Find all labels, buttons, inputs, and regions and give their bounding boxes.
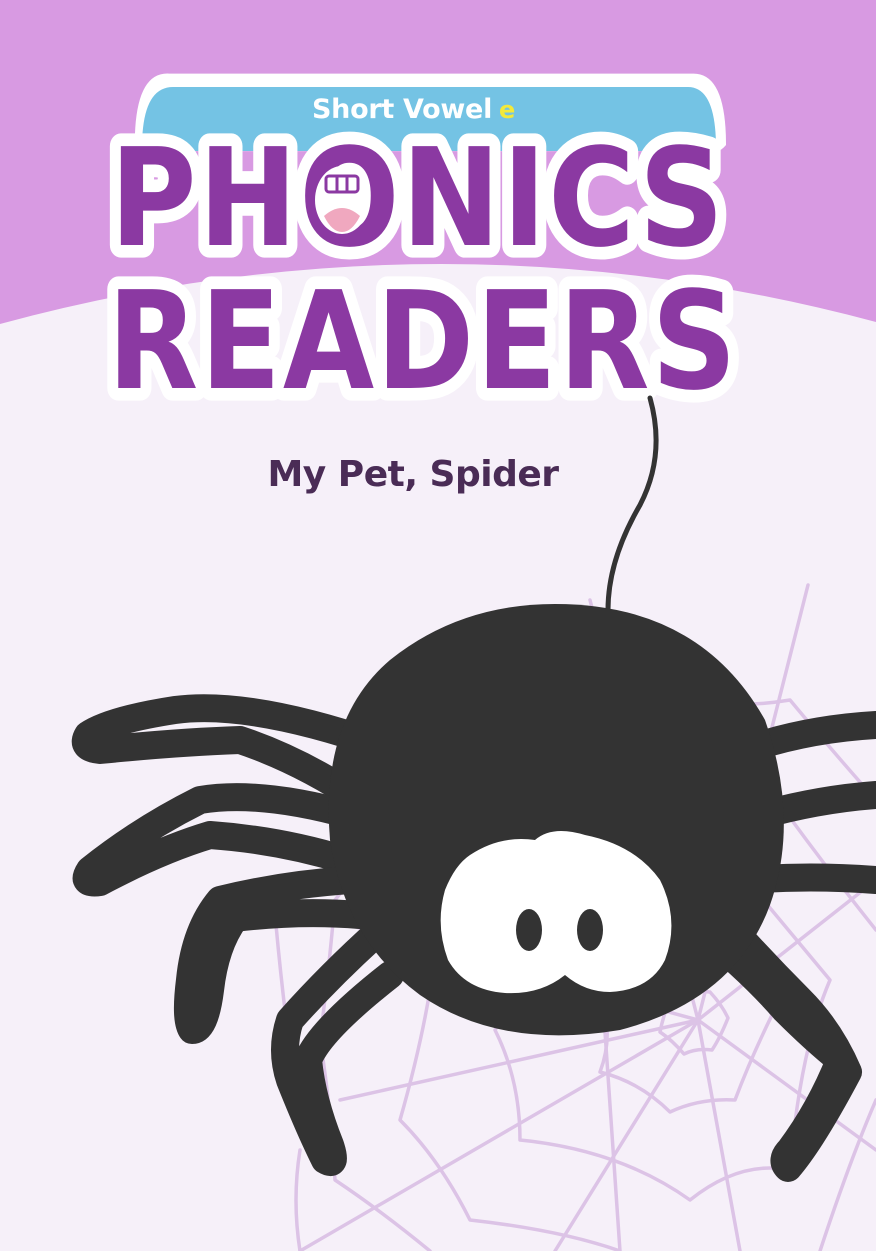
logo-title-phonics: PHONICS <box>110 119 726 277</box>
series-label: Short Vowel e <box>312 93 515 127</box>
series-label-text: Short Vowel <box>312 94 493 125</box>
phonics-readers-logo: PHONICS PHONICS READERS READERS <box>96 107 749 432</box>
cover-artwork: PHONICS PHONICS READERS READERS <box>0 0 876 1251</box>
series-vowel: e <box>499 96 516 124</box>
spider-thread <box>605 395 659 613</box>
phonics-mouth-icon <box>315 166 369 234</box>
logo-title-readers: READERS <box>107 262 738 420</box>
book-title: My Pet, Spider <box>267 454 559 495</box>
